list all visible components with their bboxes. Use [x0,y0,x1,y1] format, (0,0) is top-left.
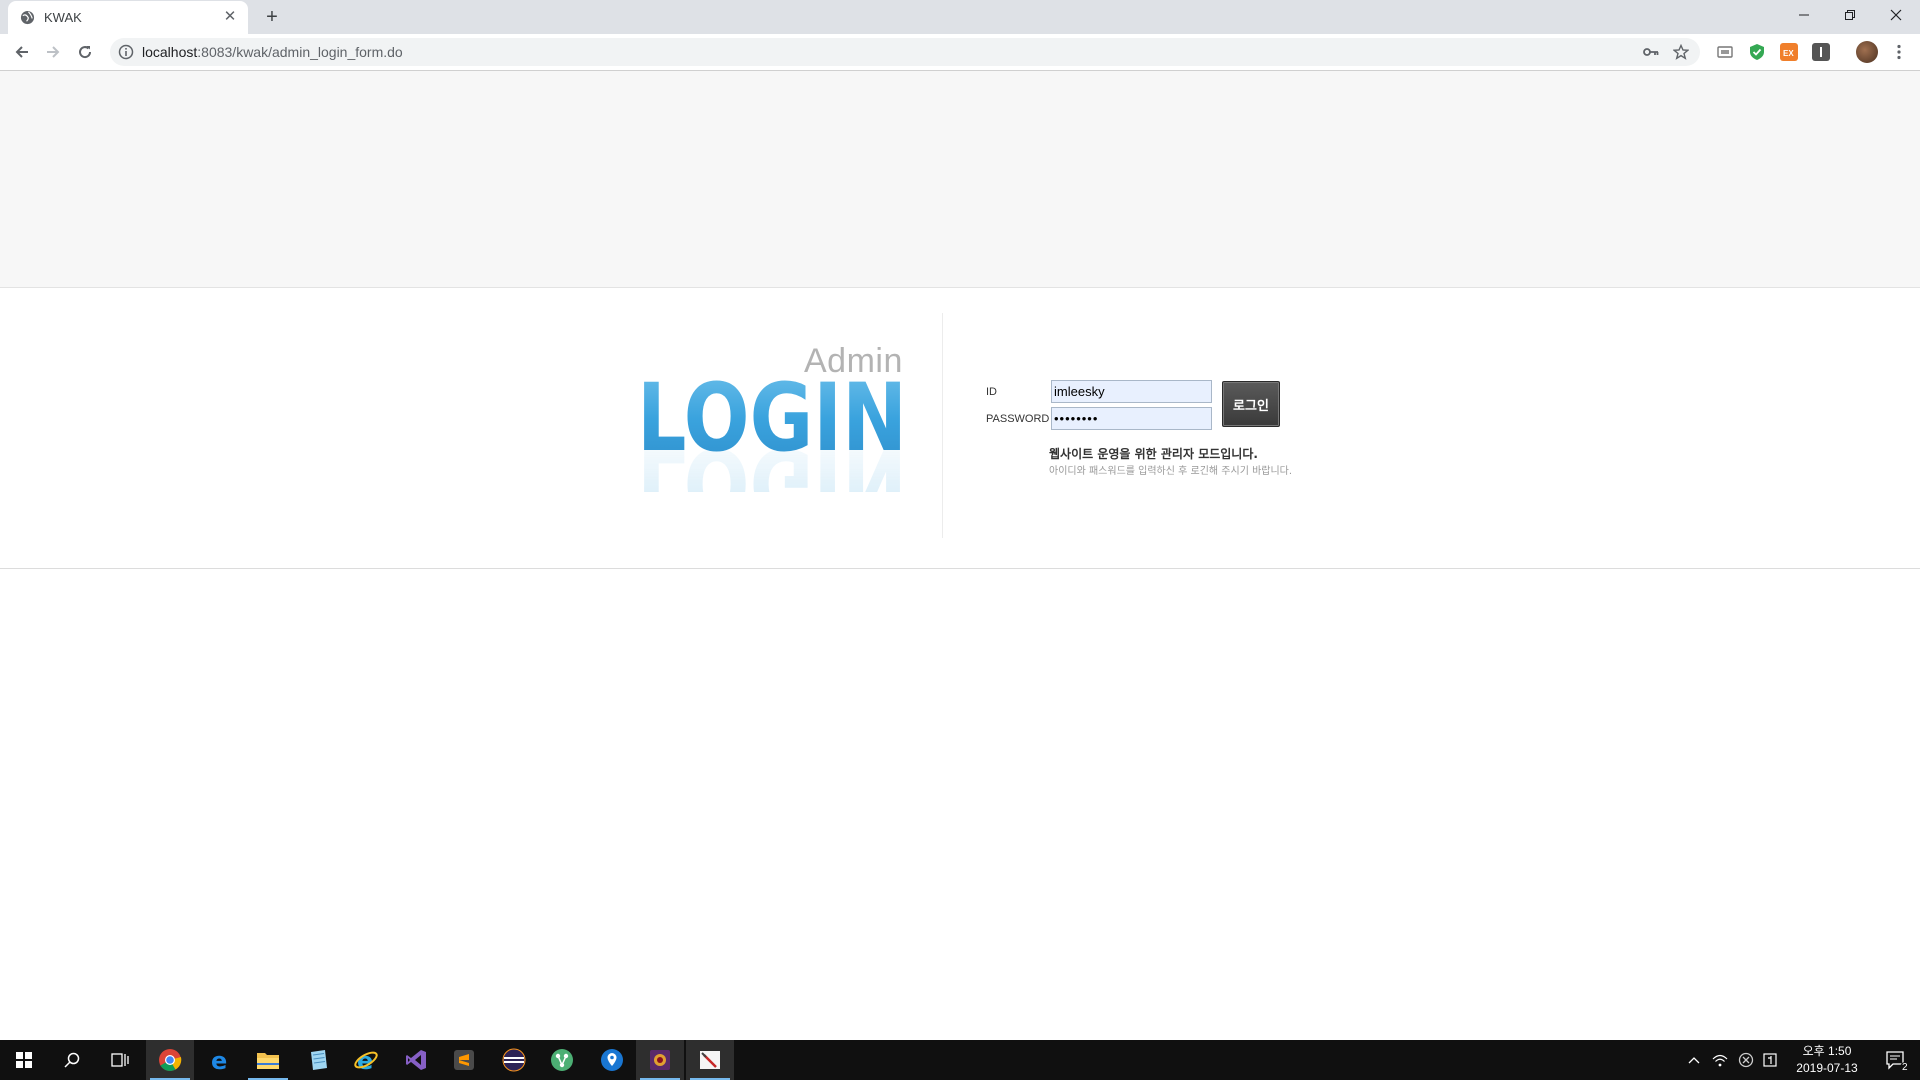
ex-extension-icon[interactable]: EX [1780,43,1798,61]
url-text[interactable]: localhost:8083/kwak/admin_login_form.do [142,44,403,60]
chevron-up-icon [1688,1057,1700,1064]
login-logo-reflection: LOGIN [637,427,907,492]
taskbar-file-explorer[interactable] [244,1040,292,1080]
taskbar: e e 오후 1:50 2019-07-13 2 [0,1040,1920,1080]
notification-count: 2 [1900,1062,1910,1073]
action-center-button[interactable]: 2 [1874,1040,1918,1080]
ime-icon [1763,1053,1777,1067]
taskbar-app[interactable] [636,1040,684,1080]
cast-extension-icon[interactable] [1716,43,1734,61]
browser-toolbar: localhost:8083/kwak/admin_login_form.do … [0,34,1920,71]
restore-icon[interactable] [1827,0,1873,30]
key-icon[interactable] [1641,42,1661,62]
network-status[interactable] [1708,1040,1732,1080]
svg-text:e: e [357,1048,373,1072]
bookmark-star-icon[interactable] [1671,42,1691,62]
wifi-icon [1712,1054,1728,1067]
show-hidden-icons[interactable] [1682,1040,1706,1080]
app-icon [650,1050,670,1070]
taskbar-chrome[interactable] [146,1040,194,1080]
shield-extension-icon[interactable] [1748,43,1766,61]
input-method[interactable] [1758,1040,1782,1080]
taskbar-git-client[interactable] [538,1040,586,1080]
password-input[interactable] [1051,407,1212,430]
ie-icon: e [354,1048,378,1072]
notepad-icon [311,1050,327,1070]
system-clock[interactable]: 오후 1:50 2019-07-13 [1782,1043,1872,1077]
vertical-divider [942,313,943,538]
login-logo: LOGIN LOGIN [637,372,907,492]
arrow-left-icon [15,46,28,58]
minimize-icon[interactable] [1781,0,1827,30]
svg-text:EX: EX [1783,49,1794,58]
search-button[interactable] [48,1040,96,1080]
back-button[interactable] [9,39,35,65]
tab-title: KWAK [44,10,82,25]
file-explorer-icon [257,1053,279,1069]
reload-icon [79,46,92,59]
id-input[interactable] [1051,380,1212,403]
tab-strip: KWAK ✕ + [0,0,1920,34]
chrome-icon [159,1049,182,1071]
taskbar-maps[interactable] [588,1040,636,1080]
close-window-icon[interactable] [1873,0,1919,30]
info-extension-icon[interactable] [1812,43,1830,61]
reload-button[interactable] [72,39,98,65]
visual-studio-icon [406,1050,426,1070]
volume-status[interactable] [1734,1040,1758,1080]
clock-time: 오후 1:50 [1802,1044,1852,1058]
svg-text:e: e [211,1048,227,1072]
task-view-button[interactable] [96,1040,144,1080]
git-icon [551,1049,573,1071]
admin-mode-notice: 웹사이트 운영을 위한 관리자 모드입니다. [1049,447,1258,461]
login-button[interactable]: 로그인 [1222,381,1280,427]
globe-icon [20,10,35,25]
taskbar-eclipse[interactable] [490,1040,538,1080]
password-label: PASSWORD [986,413,1050,425]
close-tab-icon[interactable]: ✕ [221,8,239,26]
id-label: ID [986,386,997,398]
edge-icon: e [211,1048,227,1072]
taskbar-edge[interactable]: e [196,1040,244,1080]
taskbar-visual-studio[interactable] [392,1040,440,1080]
start-button[interactable] [0,1040,48,1080]
login-instruction: 아이디와 패스워드를 입력하신 후 로긴해 주시기 바랍니다. [1049,466,1293,477]
eclipse-icon [502,1048,526,1072]
menu-dots-icon[interactable] [1890,43,1908,61]
arrow-right-icon [47,46,60,58]
page-header-area [0,71,1920,288]
forward-button[interactable] [40,39,66,65]
sublime-icon [454,1050,474,1070]
taskbar-paint[interactable] [686,1040,734,1080]
taskbar-sublime[interactable] [440,1040,488,1080]
profile-avatar[interactable] [1856,41,1878,63]
address-bar[interactable]: localhost:8083/kwak/admin_login_form.do [110,38,1700,66]
info-icon[interactable] [118,44,134,60]
taskbar-notepad[interactable] [294,1040,342,1080]
maps-icon [601,1049,623,1071]
tab-kwak[interactable]: KWAK ✕ [8,1,248,34]
new-tab-button[interactable]: + [260,5,284,29]
taskbar-internet-explorer[interactable]: e [342,1040,390,1080]
clock-date: 2019-07-13 [1796,1061,1858,1075]
search-icon [64,1052,80,1068]
paint-icon [700,1051,720,1069]
windows-logo-icon [16,1052,32,1068]
muted-icon [1738,1052,1754,1068]
login-section: Admin LOGIN LOGIN ID PASSWORD 로그인 웹사이트 운… [0,288,1920,569]
task-view-icon [111,1053,129,1067]
